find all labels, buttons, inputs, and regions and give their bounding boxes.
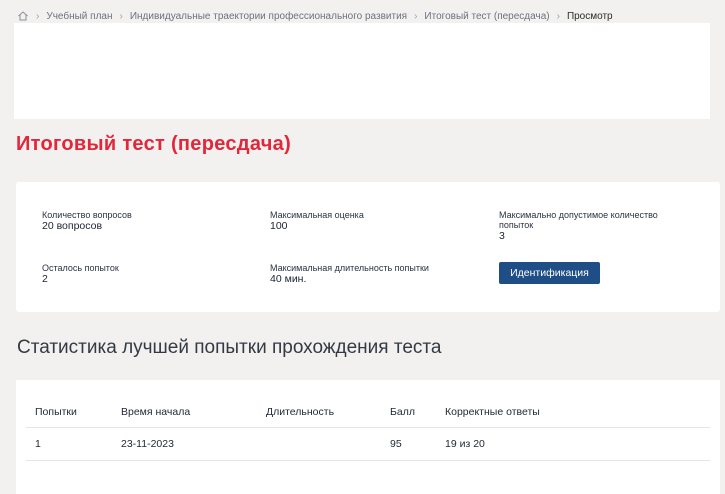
cell-attempt: 1 bbox=[26, 427, 112, 461]
max-attempts-label: Максимально допустимое количество попыто… bbox=[499, 210, 658, 230]
chevron-right-icon: › bbox=[36, 10, 40, 22]
remaining-attempts-label: Осталось попыток bbox=[42, 263, 119, 273]
cell-duration bbox=[257, 427, 381, 461]
chevron-right-icon: › bbox=[556, 10, 560, 22]
max-attempts-field: Максимально допустимое количество попыто… bbox=[499, 210, 679, 242]
test-info-card: Количество вопросов 20 вопросов Максимал… bbox=[16, 182, 720, 312]
identification-button[interactable]: Идентификация bbox=[499, 262, 600, 284]
remaining-attempts-field: Осталось попыток 2 bbox=[42, 263, 119, 285]
stats-table: Попытки Время начала Длительность Балл К… bbox=[26, 400, 710, 461]
max-duration-label: Максимальная длительность попытки bbox=[270, 263, 429, 273]
max-attempts-value: 3 bbox=[499, 230, 505, 242]
cell-start-time: 23-11-2023 bbox=[112, 427, 257, 461]
breadcrumb: › Учебный план › Индивидуальные траектор… bbox=[17, 9, 613, 23]
header-banner bbox=[14, 23, 710, 119]
max-duration-value: 40 мин. bbox=[270, 273, 307, 285]
breadcrumb-item-final-test[interactable]: Итоговый тест (пересдача) bbox=[424, 11, 549, 22]
column-header-duration: Длительность bbox=[257, 400, 381, 428]
column-header-attempts: Попытки bbox=[26, 400, 112, 428]
cell-score: 95 bbox=[381, 427, 436, 461]
max-score-value: 100 bbox=[270, 220, 288, 232]
chevron-right-icon: › bbox=[119, 10, 123, 22]
breadcrumb-item-trajectories[interactable]: Индивидуальные траектории профессиональн… bbox=[130, 11, 407, 22]
chevron-right-icon: › bbox=[414, 10, 418, 22]
page-title: Итоговый тест (пересдача) bbox=[16, 133, 292, 155]
questions-count-label: Количество вопросов bbox=[42, 210, 132, 220]
column-header-start-time: Время начала bbox=[112, 400, 257, 428]
table-header-row: Попытки Время начала Длительность Балл К… bbox=[26, 400, 710, 428]
max-duration-field: Максимальная длительность попытки 40 мин… bbox=[270, 263, 429, 285]
max-score-field: Максимальная оценка 100 bbox=[270, 210, 364, 232]
column-header-correct: Корректные ответы bbox=[436, 400, 710, 428]
table-row: 1 23-11-2023 95 19 из 20 bbox=[26, 427, 710, 461]
questions-count-value: 20 вопросов bbox=[42, 220, 103, 232]
column-header-score: Балл bbox=[381, 400, 436, 428]
home-icon[interactable] bbox=[17, 10, 29, 22]
cell-correct: 19 из 20 bbox=[436, 427, 710, 461]
breadcrumb-item-view: Просмотр bbox=[566, 10, 613, 22]
breadcrumb-item-curriculum[interactable]: Учебный план bbox=[46, 11, 112, 22]
remaining-attempts-value: 2 bbox=[42, 273, 48, 285]
max-score-label: Максимальная оценка bbox=[270, 210, 364, 220]
stats-section-title: Статистика лучшей попытки прохождения те… bbox=[17, 337, 442, 358]
questions-count-field: Количество вопросов 20 вопросов bbox=[42, 210, 132, 232]
stats-card: Попытки Время начала Длительность Балл К… bbox=[16, 380, 720, 494]
